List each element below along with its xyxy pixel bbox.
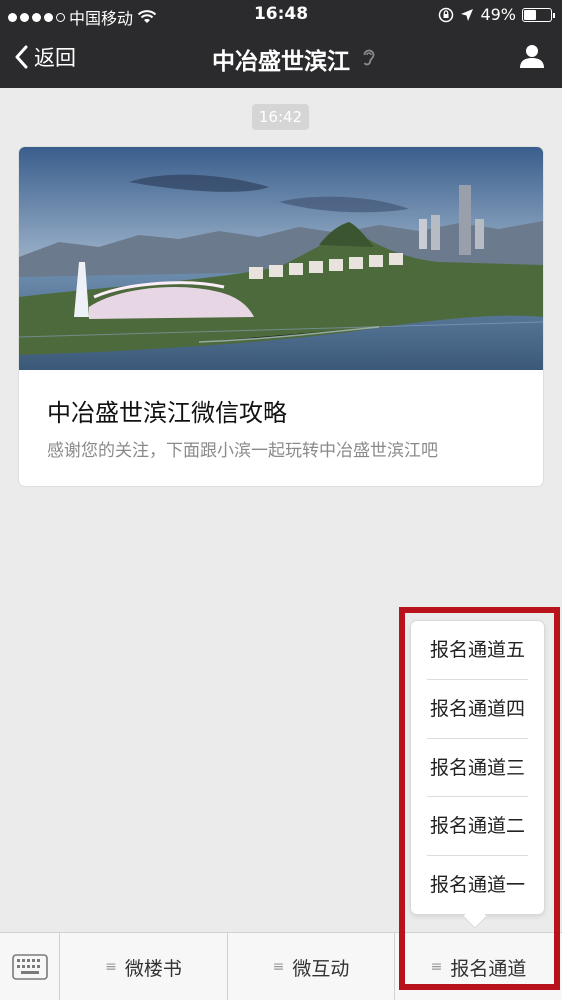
location-icon: [461, 8, 474, 21]
bottom-menu-bar: ≡ 微楼书 ≡ 微互动 ≡ 报名通道: [0, 932, 562, 1000]
keyboard-toggle-button[interactable]: [0, 933, 60, 1000]
article-title: 中冶盛世滨江微信攻略: [47, 399, 287, 427]
rotation-lock-icon: [439, 7, 454, 22]
menu-item-label: 微楼书: [124, 957, 182, 980]
menu-item-registration[interactable]: ≡ 报名通道: [395, 933, 562, 1000]
article-description: 感谢您的关注，下面跟小滨一起玩转中冶盛世滨江吧: [47, 441, 438, 461]
submenu-item-5[interactable]: 报名通道五: [427, 621, 528, 679]
menu-item-label: 报名通道: [450, 957, 527, 980]
battery-icon: [522, 7, 555, 22]
battery-fill: [524, 9, 537, 20]
profile-icon[interactable]: [518, 42, 546, 70]
menu-item-label: 微互动: [292, 957, 350, 980]
submenu-popup: 报名通道五 报名通道四 报名通道三 报名通道二 报名通道一: [411, 621, 544, 914]
article-card[interactable]: 中冶盛世滨江微信攻略 感谢您的关注，下面跟小滨一起玩转中冶盛世滨江吧: [19, 147, 543, 486]
status-bar: 中国移动 16:48 49%: [0, 0, 562, 30]
nav-bar: 返回 中冶盛世滨江: [0, 30, 562, 88]
battery-percent: 49%: [480, 5, 516, 24]
ear-icon: [363, 49, 375, 66]
page-title: 中冶盛世滨江: [212, 49, 350, 75]
keyboard-icon: [12, 954, 48, 980]
menu-item-micro-brochure[interactable]: ≡ 微楼书: [60, 933, 228, 1000]
status-right: 49%: [438, 5, 555, 24]
article-cover-image: [19, 147, 543, 370]
menu-lines-icon: ≡: [430, 959, 443, 975]
menu-lines-icon: ≡: [105, 959, 117, 975]
menu-item-interaction[interactable]: ≡ 微互动: [228, 933, 395, 1000]
submenu-item-1[interactable]: 报名通道一: [427, 856, 528, 914]
submenu-item-3[interactable]: 报名通道三: [427, 739, 528, 797]
submenu-item-4[interactable]: 报名通道四: [427, 680, 528, 738]
submenu-item-2[interactable]: 报名通道二: [427, 797, 528, 855]
menu-lines-icon: ≡: [272, 959, 285, 975]
message-timestamp: 16:42: [252, 104, 309, 130]
